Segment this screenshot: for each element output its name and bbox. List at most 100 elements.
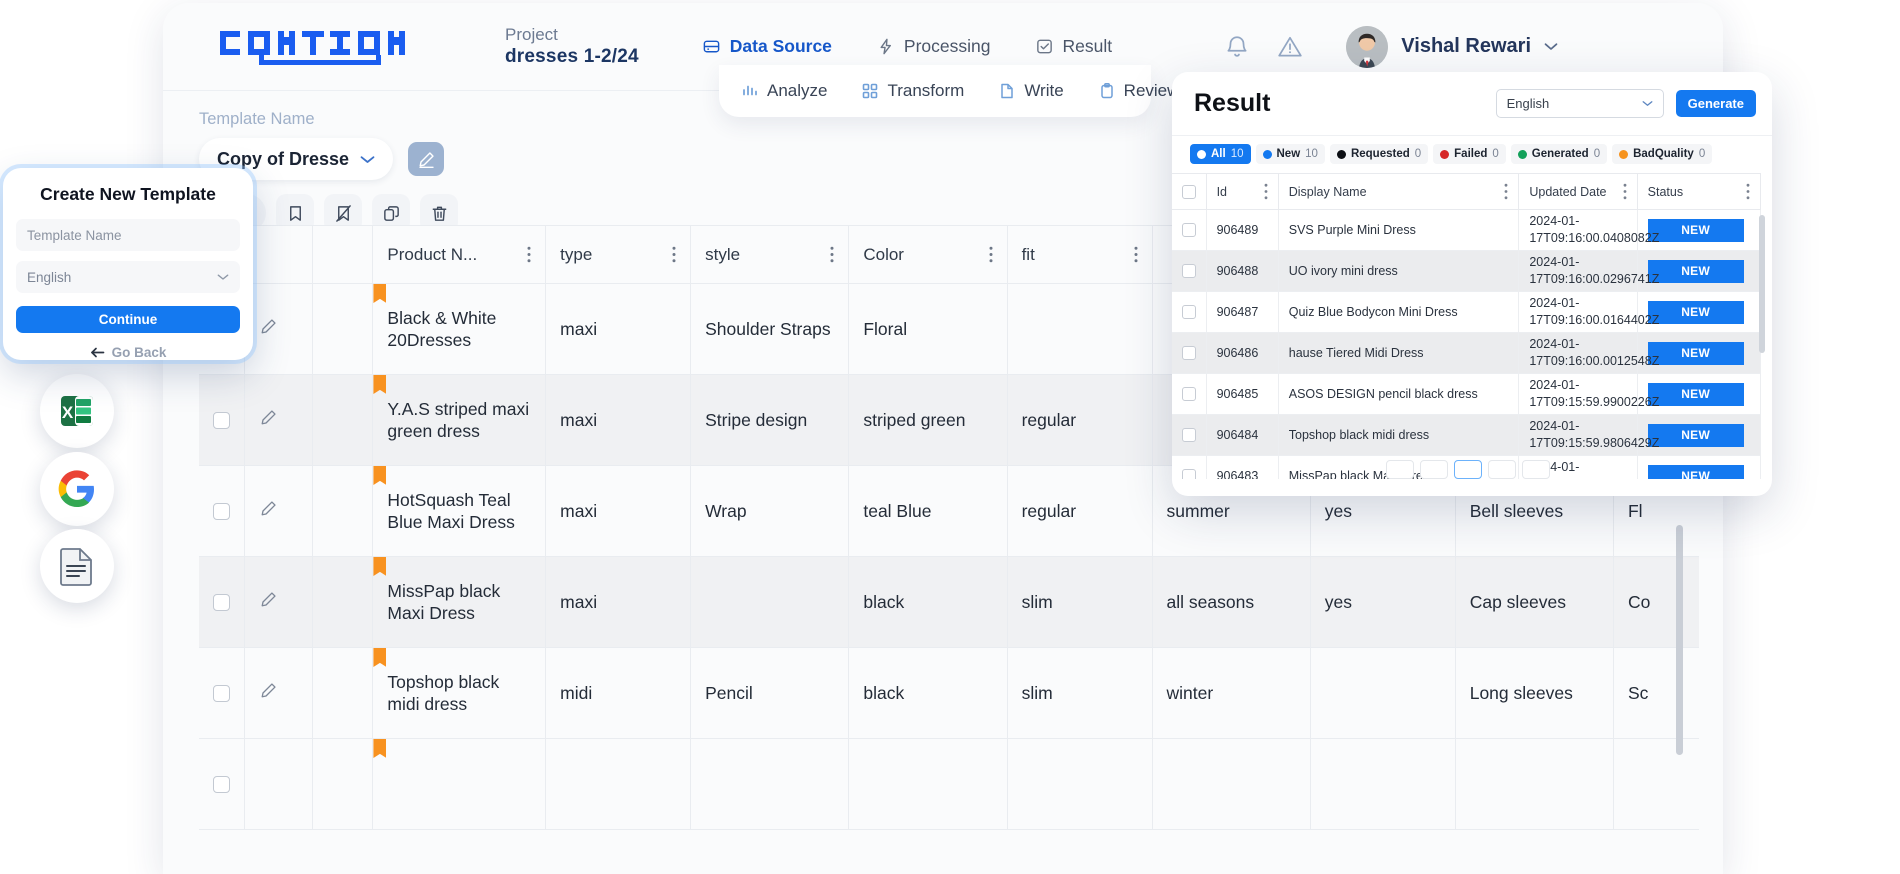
list-item[interactable]: 906487 Quiz Blue Bodycon Mini Dress 2024… <box>1172 291 1762 333</box>
select-all-checkbox[interactable] <box>1182 184 1196 199</box>
warning-triangle-icon[interactable] <box>1277 34 1303 60</box>
list-item[interactable]: 906486 hause Tiered Midi Dress 2024-01-1… <box>1172 332 1762 374</box>
continue-button[interactable]: Continue <box>16 306 240 333</box>
result-row-checkbox-cell[interactable] <box>1172 250 1207 292</box>
page-button-current[interactable] <box>1454 460 1482 479</box>
kebab-menu-icon[interactable] <box>1264 183 1268 200</box>
kebab-menu-icon[interactable] <box>1134 246 1138 263</box>
table-row[interactable]: MissPap black Maxi Dress maxi black slim… <box>199 556 1699 648</box>
status-badge[interactable]: NEW <box>1647 300 1744 324</box>
kebab-menu-icon[interactable] <box>672 246 676 263</box>
page-button[interactable] <box>1488 460 1516 479</box>
col-header-product-name[interactable]: Product N... <box>372 225 547 284</box>
table-row[interactable]: Topshop black midi dress midi Pencil bla… <box>199 647 1699 739</box>
col-header-fit[interactable]: fit <box>1007 225 1153 284</box>
status-badge[interactable]: NEW <box>1647 382 1744 406</box>
col-header-style[interactable]: style <box>690 225 850 284</box>
user-menu[interactable]: Vishal Rewari <box>1346 25 1558 68</box>
pencil-icon[interactable] <box>259 590 278 609</box>
status-badge[interactable]: NEW <box>1647 464 1744 479</box>
status-badge[interactable]: NEW <box>1647 341 1744 365</box>
kebab-menu-icon[interactable] <box>989 246 993 263</box>
excel-app-icon[interactable]: X <box>40 374 114 448</box>
list-item[interactable]: 906488 UO ivory mini dress 2024-01-17T09… <box>1172 250 1762 292</box>
row-checkbox[interactable] <box>213 775 230 793</box>
template-name-input[interactable] <box>16 219 240 251</box>
pencil-icon[interactable] <box>259 408 278 427</box>
nav-item-result[interactable]: Result <box>1035 36 1112 57</box>
row-edit-cell[interactable] <box>244 374 314 466</box>
col-header-type[interactable]: type <box>545 225 692 284</box>
page-button[interactable] <box>1420 460 1448 479</box>
result-row-checkbox-cell[interactable] <box>1172 414 1207 456</box>
go-back-link[interactable]: Go Back <box>16 345 240 360</box>
nav-item-processing[interactable]: Processing <box>876 36 991 57</box>
status-badge[interactable]: NEW <box>1647 259 1744 283</box>
result-row-checkbox-cell[interactable] <box>1172 332 1207 374</box>
google-app-icon[interactable] <box>40 452 114 526</box>
filter-chip-failed[interactable]: Failed 0 <box>1433 144 1506 164</box>
row-checkbox[interactable] <box>213 411 230 429</box>
nav-item-data-source[interactable]: Data Source <box>702 36 832 57</box>
table-row[interactable] <box>199 738 1699 830</box>
filter-chip-new[interactable]: New 10 <box>1255 144 1325 164</box>
row-edit-cell[interactable] <box>244 283 314 375</box>
result-col-header-id[interactable]: Id <box>1206 173 1279 210</box>
result-row-checkbox-cell[interactable] <box>1172 455 1207 479</box>
pencil-icon[interactable] <box>259 681 278 700</box>
list-item[interactable]: 906489 SVS Purple Mini Dress 2024-01-17T… <box>1172 209 1762 251</box>
row-checkbox[interactable] <box>1182 264 1196 278</box>
col-header-color[interactable]: Color <box>848 225 1008 284</box>
subnav-item-review[interactable]: Review <box>1098 81 1179 101</box>
pencil-icon[interactable] <box>259 317 278 336</box>
status-badge[interactable]: NEW <box>1647 218 1744 242</box>
row-checkbox[interactable] <box>1182 346 1196 360</box>
row-checkbox[interactable] <box>1182 428 1196 442</box>
subnav-item-write[interactable]: Write <box>998 81 1064 101</box>
kebab-menu-icon[interactable] <box>1746 183 1750 200</box>
row-checkbox[interactable] <box>1182 223 1196 237</box>
row-checkbox[interactable] <box>1182 305 1196 319</box>
result-row-checkbox-cell[interactable] <box>1172 373 1207 415</box>
row-checkbox-cell[interactable] <box>199 465 246 557</box>
kebab-menu-icon[interactable] <box>1623 183 1627 200</box>
subnav-item-transform[interactable]: Transform <box>861 81 964 101</box>
row-edit-cell[interactable] <box>244 556 314 648</box>
kebab-menu-icon[interactable] <box>1504 183 1508 200</box>
grid-vertical-scrollbar[interactable] <box>1676 525 1683 755</box>
result-col-header-status[interactable]: Status <box>1637 173 1762 210</box>
filter-chip-requested[interactable]: Requested 0 <box>1329 144 1429 164</box>
row-checkbox[interactable] <box>1182 469 1196 479</box>
pencil-icon[interactable] <box>259 499 278 518</box>
list-item[interactable]: 906484 Topshop black midi dress 2024-01-… <box>1172 414 1762 456</box>
result-row-checkbox-cell[interactable] <box>1172 209 1207 251</box>
row-checkbox[interactable] <box>213 502 230 520</box>
filter-chip-all[interactable]: All 10 <box>1190 144 1251 164</box>
row-checkbox[interactable] <box>1182 387 1196 401</box>
subnav-item-analyze[interactable]: Analyze <box>741 81 827 101</box>
row-checkbox[interactable] <box>213 593 230 611</box>
row-checkbox-cell[interactable] <box>199 738 246 830</box>
filter-chip-generated[interactable]: Generated 0 <box>1510 144 1608 164</box>
edit-template-button[interactable] <box>408 142 445 176</box>
bell-icon[interactable] <box>1224 34 1250 60</box>
row-edit-cell[interactable] <box>244 738 314 830</box>
kebab-menu-icon[interactable] <box>830 246 834 263</box>
row-checkbox[interactable] <box>213 684 230 702</box>
generate-button[interactable]: Generate <box>1675 90 1756 117</box>
result-row-checkbox-cell[interactable] <box>1172 291 1207 333</box>
row-checkbox-cell[interactable] <box>199 556 246 648</box>
status-badge[interactable]: NEW <box>1647 423 1744 447</box>
filter-chip-badquality[interactable]: BadQuality 0 <box>1612 144 1713 164</box>
row-checkbox-cell[interactable] <box>199 647 246 739</box>
language-select[interactable]: English <box>16 261 240 293</box>
contiom-logo[interactable] <box>220 27 450 67</box>
list-item[interactable]: 906485 ASOS DESIGN pencil black dress 20… <box>1172 373 1762 415</box>
docs-app-icon[interactable] <box>40 529 114 603</box>
page-button[interactable] <box>1522 460 1550 479</box>
result-vertical-scrollbar[interactable] <box>1759 215 1765 353</box>
result-col-header-updated-date[interactable]: Updated Date <box>1518 173 1638 210</box>
row-edit-cell[interactable] <box>244 465 314 557</box>
page-button[interactable] <box>1386 460 1414 479</box>
result-select-all-header[interactable] <box>1172 173 1207 210</box>
